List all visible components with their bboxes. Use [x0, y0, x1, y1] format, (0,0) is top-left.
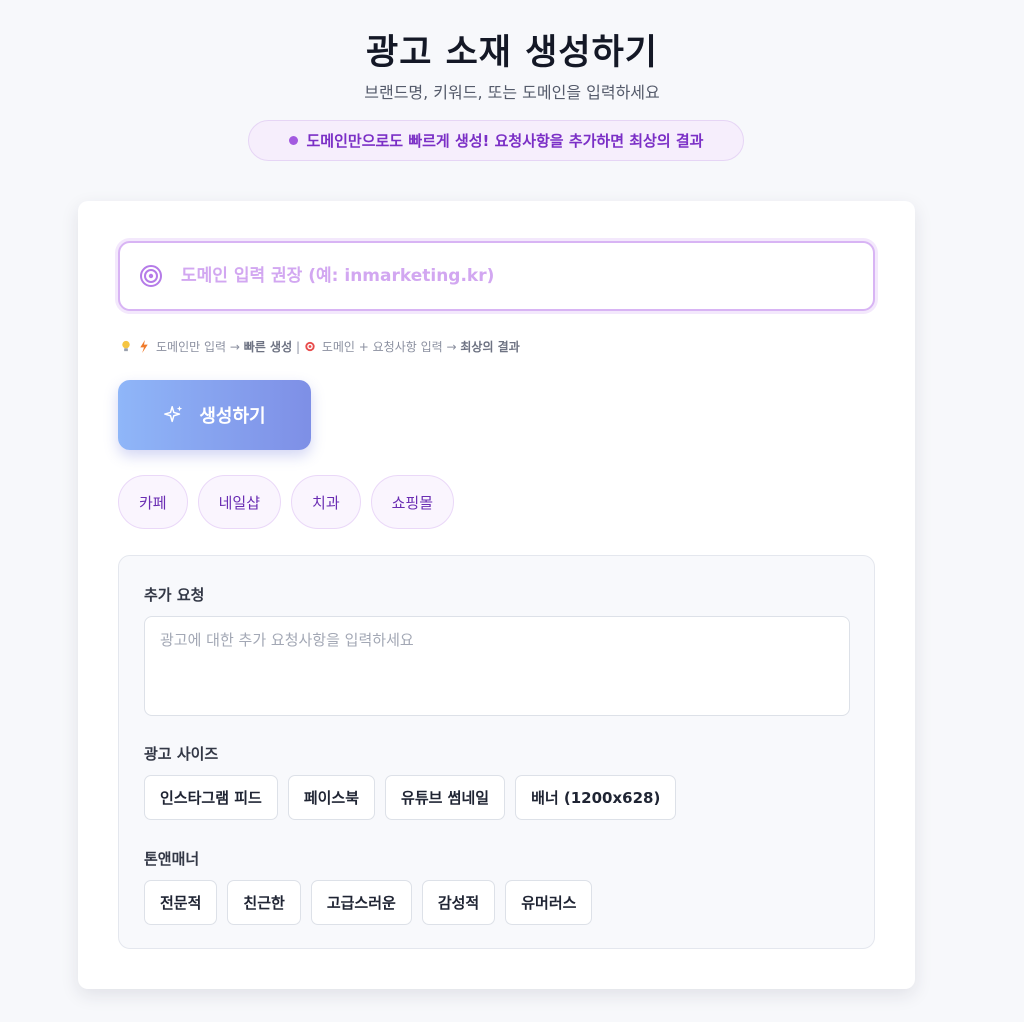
- notice-badge: 도메인만으로도 빠르게 생성! 요청사항을 추가하면 최상의 결과: [248, 120, 744, 161]
- chip-dental[interactable]: 치과: [291, 475, 361, 529]
- hint-part1: 도메인만 입력 →: [156, 340, 240, 354]
- generate-button[interactable]: 생성하기: [118, 380, 311, 450]
- size-option-youtube-thumbnail[interactable]: 유튜브 썸네일: [385, 775, 506, 820]
- main-card: 도메인만 입력 → 빠른 생성 | 도메인 + 요청사항 입력 → 최상의 결과…: [78, 201, 915, 989]
- dot-icon: [288, 136, 298, 145]
- chip-nail-shop[interactable]: 네일샵: [197, 475, 282, 529]
- page-subtitle: 브랜드명, 키워드, 또는 도메인을 입력하세요: [364, 83, 660, 102]
- lightning-icon: [140, 340, 148, 353]
- size-options: 인스타그램 피드 페이스북 유튜브 썸네일 배너 (1200x628): [144, 775, 677, 820]
- tone-option-friendly[interactable]: 친근한: [227, 880, 301, 925]
- chip-shopping-mall[interactable]: 쇼핑몰: [370, 475, 455, 529]
- hint-part2: 도메인 + 요청사항 입력 →: [321, 340, 457, 354]
- target-icon: [305, 341, 315, 352]
- tone-label: 톤앤매너: [144, 850, 200, 868]
- page-title: 광고 소재 생성하기: [366, 33, 658, 73]
- size-option-facebook[interactable]: 페이스북: [287, 775, 376, 820]
- request-label: 추가 요청: [144, 586, 205, 604]
- tone-option-luxury[interactable]: 고급스러운: [310, 880, 412, 925]
- extra-options-panel: 추가 요청 광고 사이즈 인스타그램 피드 페이스북 유튜브 썸네일 배너 (1…: [118, 555, 875, 949]
- tone-option-professional[interactable]: 전문적: [144, 880, 218, 925]
- sparkle-icon: [164, 405, 183, 423]
- input-hint: 도메인만 입력 → 빠른 생성 | 도메인 + 요청사항 입력 → 최상의 결과: [120, 338, 520, 355]
- tone-option-emotional[interactable]: 감성적: [421, 880, 496, 925]
- lightbulb-icon: [122, 340, 130, 352]
- domain-input[interactable]: [181, 266, 821, 286]
- target-icon: [140, 265, 162, 287]
- hint-part2-bold: 최상의 결과: [460, 340, 520, 354]
- tone-option-humorous[interactable]: 유머러스: [505, 880, 593, 925]
- quick-chip-list: 카페 네일샵 치과 쇼핑몰: [118, 475, 455, 529]
- notice-text: 도메인만으로도 빠르게 생성! 요청사항을 추가하면 최상의 결과: [306, 132, 704, 150]
- generate-button-label: 생성하기: [199, 406, 266, 427]
- hint-part1-bold: 빠른 생성: [243, 340, 293, 354]
- size-option-banner[interactable]: 배너 (1200x628): [515, 775, 677, 820]
- domain-input-container[interactable]: [118, 241, 875, 311]
- size-option-instagram-feed[interactable]: 인스타그램 피드: [144, 775, 278, 820]
- hint-separator: |: [295, 339, 300, 354]
- chip-cafe[interactable]: 카페: [118, 475, 188, 529]
- tone-options: 전문적 친근한 고급스러운 감성적 유머러스: [144, 880, 593, 925]
- request-textarea[interactable]: [144, 616, 850, 716]
- size-label: 광고 사이즈: [144, 745, 219, 763]
